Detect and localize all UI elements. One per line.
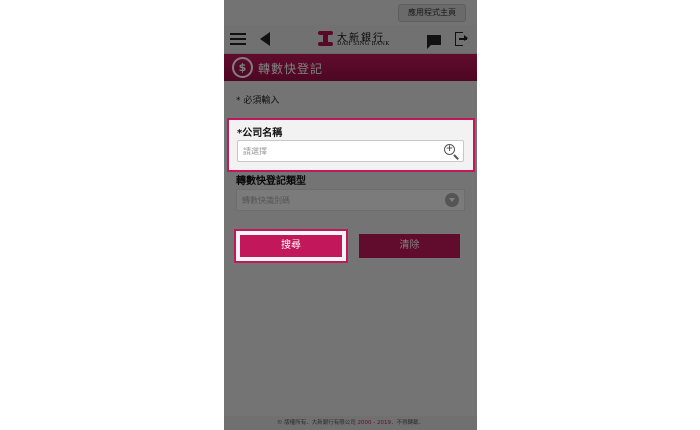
magnify-icon[interactable]: + <box>444 144 459 160</box>
page-title: 轉數快登記 <box>258 62 324 76</box>
bank-logo-icon <box>318 31 333 46</box>
footer-copyright: © 版權所有．大新銀行有限公司 2000 - 2019．不得轉載． <box>224 416 477 430</box>
dollar-icon: $ <box>232 57 253 78</box>
search-button[interactable]: 搜尋 <box>240 235 342 257</box>
bank-name-en: DAH SING BANK <box>337 41 390 47</box>
logout-icon[interactable] <box>455 32 469 46</box>
required-note: * 必須輸入 <box>236 96 280 106</box>
app-home-link[interactable]: 應用程式主頁 <box>398 4 466 22</box>
registration-type-select: 轉數快識別碼 <box>236 189 465 211</box>
registration-type-value: 轉數快識別碼 <box>242 196 290 205</box>
clear-button[interactable]: 清除 <box>359 234 460 258</box>
nav-bar: 大新銀行 DAH SING BANK <box>224 25 477 54</box>
footer-text-before: © 版權所有．大新銀行有限公司 <box>277 420 358 426</box>
bank-logo: 大新銀行 DAH SING BANK <box>318 29 390 49</box>
search-button-highlight: 搜尋 <box>234 229 348 263</box>
company-label: *公司名稱 <box>237 128 283 139</box>
company-field-highlight: *公司名稱 請選擇 + <box>227 118 475 172</box>
back-icon[interactable] <box>260 32 270 46</box>
footer-years: 2000 - 2019 <box>357 420 391 426</box>
footer-text-after: ．不得轉載． <box>390 420 424 426</box>
mail-icon[interactable] <box>427 35 441 49</box>
page-title-bar: $ 轉數快登記 <box>224 54 477 81</box>
company-placeholder: 請選擇 <box>243 147 267 156</box>
chevron-down-icon <box>445 193 459 207</box>
company-select-input[interactable]: 請選擇 + <box>237 140 464 162</box>
registration-type-label: 轉數快登記類型 <box>236 176 306 187</box>
phone-screen: 應用程式主頁 大新銀行 DAH SING BANK $ 轉數快登記 * 必須輸入… <box>224 0 477 430</box>
menu-icon[interactable] <box>230 33 246 45</box>
top-strip: 應用程式主頁 <box>224 0 477 25</box>
